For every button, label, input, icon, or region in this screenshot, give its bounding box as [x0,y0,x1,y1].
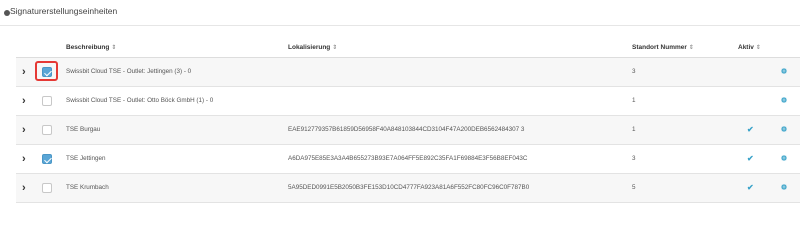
cell-location-number: 3 [632,155,636,162]
sort-icon[interactable]: ⇕ [332,45,337,51]
sort-icon[interactable]: ⇕ [689,45,694,51]
table-row[interactable]: › Swissbit Cloud TSE - Outlet: Otto Böck … [16,87,800,116]
row-checkbox[interactable] [42,67,52,77]
cell-localization: EAE912779357B61859D56958F40A848103844CD3… [288,126,525,133]
cell-description: TSE Burgau [66,126,101,133]
row-checkbox[interactable] [42,183,52,193]
cell-location-number: 5 [632,184,636,191]
column-header-aktiv[interactable]: Aktiv ⇕ [738,44,761,51]
table-row[interactable]: › TSE Krumbach 5A95DED0991E5B2050B3FE153D1… [16,174,800,203]
table-body: › Swissbit Cloud TSE - Outlet: Jettingen … [16,58,800,203]
cell-description: TSE Jettingen [66,155,106,162]
column-header-beschreibung[interactable]: Beschreibung ⇕ [66,44,116,51]
gear-icon[interactable] [781,184,787,190]
chevron-right-icon[interactable]: › [22,183,32,194]
gear-icon[interactable] [781,126,787,132]
section-header: Signaturerstellungseinheiten [0,0,800,26]
column-header-standort-nummer[interactable]: Standort Nummer ⇕ [632,44,694,51]
cell-description: Swissbit Cloud TSE - Outlet: Jettingen (… [66,68,192,75]
checkmark-icon: ✔ [747,154,754,163]
gear-icon[interactable] [781,68,787,74]
table-header: Beschreibung ⇕ Lokalisierung ⇕ Standort Nu… [16,40,800,58]
gear-icon[interactable] [781,97,787,103]
table-row[interactable]: › TSE Burgau EAE912779357B61859D56958F40A8… [16,116,800,145]
column-header-lokalisierung[interactable]: Lokalisierung ⇕ [288,44,337,51]
cell-description: TSE Krumbach [66,184,109,191]
cell-location-number: 1 [632,97,636,104]
table-row[interactable]: › Swissbit Cloud TSE - Outlet: Jettingen … [16,58,800,87]
row-checkbox[interactable] [42,154,52,164]
cell-localization: 5A95DED0991E5B2050B3FE153D10CD4777FA923A… [288,184,530,191]
chevron-right-icon[interactable]: › [22,67,32,78]
sort-icon[interactable]: ⇕ [111,45,116,51]
cell-description: Swissbit Cloud TSE - Outlet: Otto Böck G… [66,97,214,104]
checkmark-icon: ✔ [747,125,754,134]
chevron-right-icon[interactable]: › [22,96,32,107]
table-row[interactable]: › TSE Jettingen A6DA975E85E3A3A4B655273B93… [16,145,800,174]
row-checkbox[interactable] [42,125,52,135]
gear-icon[interactable] [781,155,787,161]
cell-localization: A6DA975E85E3A3A4B655273B93E7A064FF5E892C… [288,155,528,162]
cell-location-number: 3 [632,68,636,75]
chevron-right-icon[interactable]: › [22,154,32,165]
tse-table: Beschreibung ⇕ Lokalisierung ⇕ Standort Nu… [16,40,800,203]
chevron-right-icon[interactable]: › [22,125,32,136]
row-checkbox[interactable] [42,96,52,106]
section-title: Signaturerstellungseinheiten [10,6,118,16]
sort-icon[interactable]: ⇕ [756,45,761,51]
cell-location-number: 1 [632,126,636,133]
checkmark-icon: ✔ [747,183,754,192]
